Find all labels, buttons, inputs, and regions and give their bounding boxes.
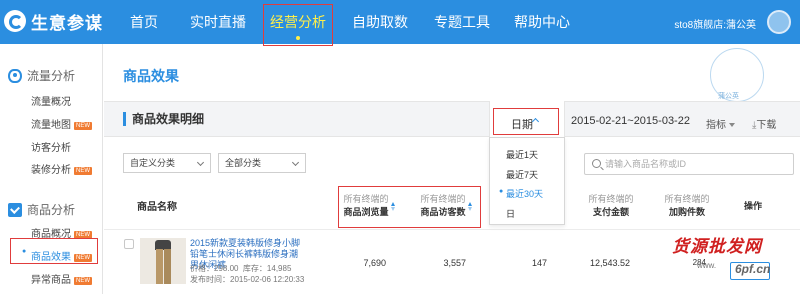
date-dropdown-label[interactable]: 日期 <box>511 116 533 132</box>
sidebar-item-label: 装修分析 <box>31 165 71 176</box>
sidebar-section-goods[interactable]: 商品分析 <box>8 201 75 218</box>
select-value: 全部分类 <box>225 158 262 168</box>
page-title: 商品效果 <box>123 68 179 84</box>
eye-icon <box>8 68 22 83</box>
nav-realtime[interactable]: 实时直播 <box>188 0 248 44</box>
sidebar-item-label: 访客分析 <box>31 143 71 154</box>
logo-icon <box>4 10 26 32</box>
meta-label: 发布时间： <box>190 275 230 284</box>
nav-active-indicator <box>296 36 300 40</box>
selected-bullet-icon: ● <box>499 188 504 195</box>
metrics-label: 指标 <box>706 120 726 131</box>
date-option-30-days[interactable]: 最近30天 <box>506 187 543 200</box>
sidebar-section-traffic[interactable]: 流量分析 <box>8 67 75 84</box>
checkbox-icon <box>8 202 22 217</box>
column-highlight-box <box>338 186 481 228</box>
select-value: 自定义分类 <box>130 158 176 168</box>
product-thumbnail[interactable] <box>140 238 186 284</box>
nav-help-center[interactable]: 帮助中心 <box>512 0 572 44</box>
top-nav-bar: 生意参谋 首页 实时直播 经营分析 自助取数 专题工具 帮助中心 sto8旗舰店… <box>0 0 800 46</box>
sidebar-item-label: 流量概况 <box>31 97 71 108</box>
watermark-text: 蒲公英 <box>718 93 739 100</box>
product-price-stock: 价格：298.00 库存：14,985 <box>190 263 291 274</box>
nav-topic-tools[interactable]: 专题工具 <box>432 0 492 44</box>
meta-label: 价格： <box>190 264 214 273</box>
app-name: 生意参谋 <box>31 13 103 33</box>
watermark-url-prefix: www. <box>697 261 717 270</box>
col-header-sub: 所有终端的 <box>588 194 634 204</box>
search-box[interactable] <box>584 153 794 175</box>
caret-down-icon <box>729 123 735 127</box>
all-category-select[interactable]: 全部分类 <box>218 153 306 173</box>
date-option-7-days[interactable]: 最近7天 <box>506 168 538 181</box>
custom-category-select[interactable]: 自定义分类 <box>123 153 211 173</box>
site-watermark: 货源批发网 <box>672 237 762 256</box>
sidebar-item-traffic-overview[interactable]: 流量概况 <box>31 93 71 108</box>
sidebar-item-label: 异常商品 <box>31 275 71 286</box>
col-header-sub: 所有终端的 <box>664 194 710 204</box>
col-header-pay[interactable]: 所有终端的 支付金额 <box>588 193 634 219</box>
avatar[interactable] <box>767 10 791 34</box>
thumbnail-leg <box>156 249 163 284</box>
product-price: 298.00 <box>214 264 239 273</box>
cell-pay: 12,543.52 <box>589 258 630 268</box>
account-name[interactable]: sto8旗舰店:蒲公英 <box>674 16 756 31</box>
sidebar-item-visitor-analysis[interactable]: 访客分析 <box>31 139 71 154</box>
thumbnail-leg <box>164 249 171 284</box>
download-label: 下载 <box>756 120 777 131</box>
search-icon <box>592 159 601 168</box>
sidebar-item-decoration-analysis[interactable]: 装修分析 NEW <box>31 161 92 176</box>
detail-toolbar <box>104 101 800 137</box>
product-publish-time: 发布时间：2015-02-06 12:20:33 <box>190 274 304 285</box>
sidebar-section-label: 商品分析 <box>27 203 76 217</box>
col-header-action: 操作 <box>743 201 762 211</box>
row-checkbox[interactable] <box>124 239 134 249</box>
cell-pv: 7,690 <box>363 258 386 268</box>
header-divider <box>104 229 800 230</box>
col-header-name: 商品名称 <box>137 202 177 213</box>
date-option-day[interactable]: 日 <box>506 207 515 220</box>
chevron-down-icon <box>291 158 300 167</box>
new-badge: NEW <box>74 122 92 130</box>
col-header-main: 支付金额 <box>592 207 629 217</box>
product-stock: 14,985 <box>266 264 292 273</box>
sidebar-item-abnormal-goods[interactable]: 异常商品 NEW <box>31 271 92 286</box>
sidebar-item-traffic-map[interactable]: 流量地图 NEW <box>31 116 92 131</box>
cell-uv: 3,557 <box>443 258 466 268</box>
date-range: 2015-02-21~2015-03-22 <box>571 115 690 127</box>
sidebar-highlight-box <box>10 238 98 264</box>
download-button[interactable]: ⤓下载 <box>752 116 776 131</box>
new-badge: NEW <box>74 167 92 175</box>
chevron-down-icon <box>196 158 205 167</box>
watermark-url: 6pf.cn <box>735 262 771 276</box>
meta-label: 库存： <box>242 264 267 273</box>
date-option-1-day[interactable]: 最近1天 <box>506 148 538 161</box>
publish-time: 2015-02-06 12:20:33 <box>230 275 305 284</box>
new-badge: NEW <box>74 277 92 285</box>
sidebar-item-label: 流量地图 <box>31 120 71 131</box>
metrics-button[interactable]: 指标 <box>706 116 735 131</box>
app-logo[interactable]: 生意参谋 <box>4 6 103 36</box>
cell-value: 147 <box>531 258 547 268</box>
col-header-cart[interactable]: 所有终端的 加购件数 <box>664 193 710 219</box>
col-header-main: 加购件数 <box>668 207 705 217</box>
sidebar-section-label: 流量分析 <box>27 69 76 83</box>
search-input[interactable] <box>605 156 785 172</box>
nav-home[interactable]: 首页 <box>124 0 164 44</box>
section-title: 商品效果明细 <box>123 112 204 126</box>
nav-self-service-data[interactable]: 自助取数 <box>350 0 410 44</box>
